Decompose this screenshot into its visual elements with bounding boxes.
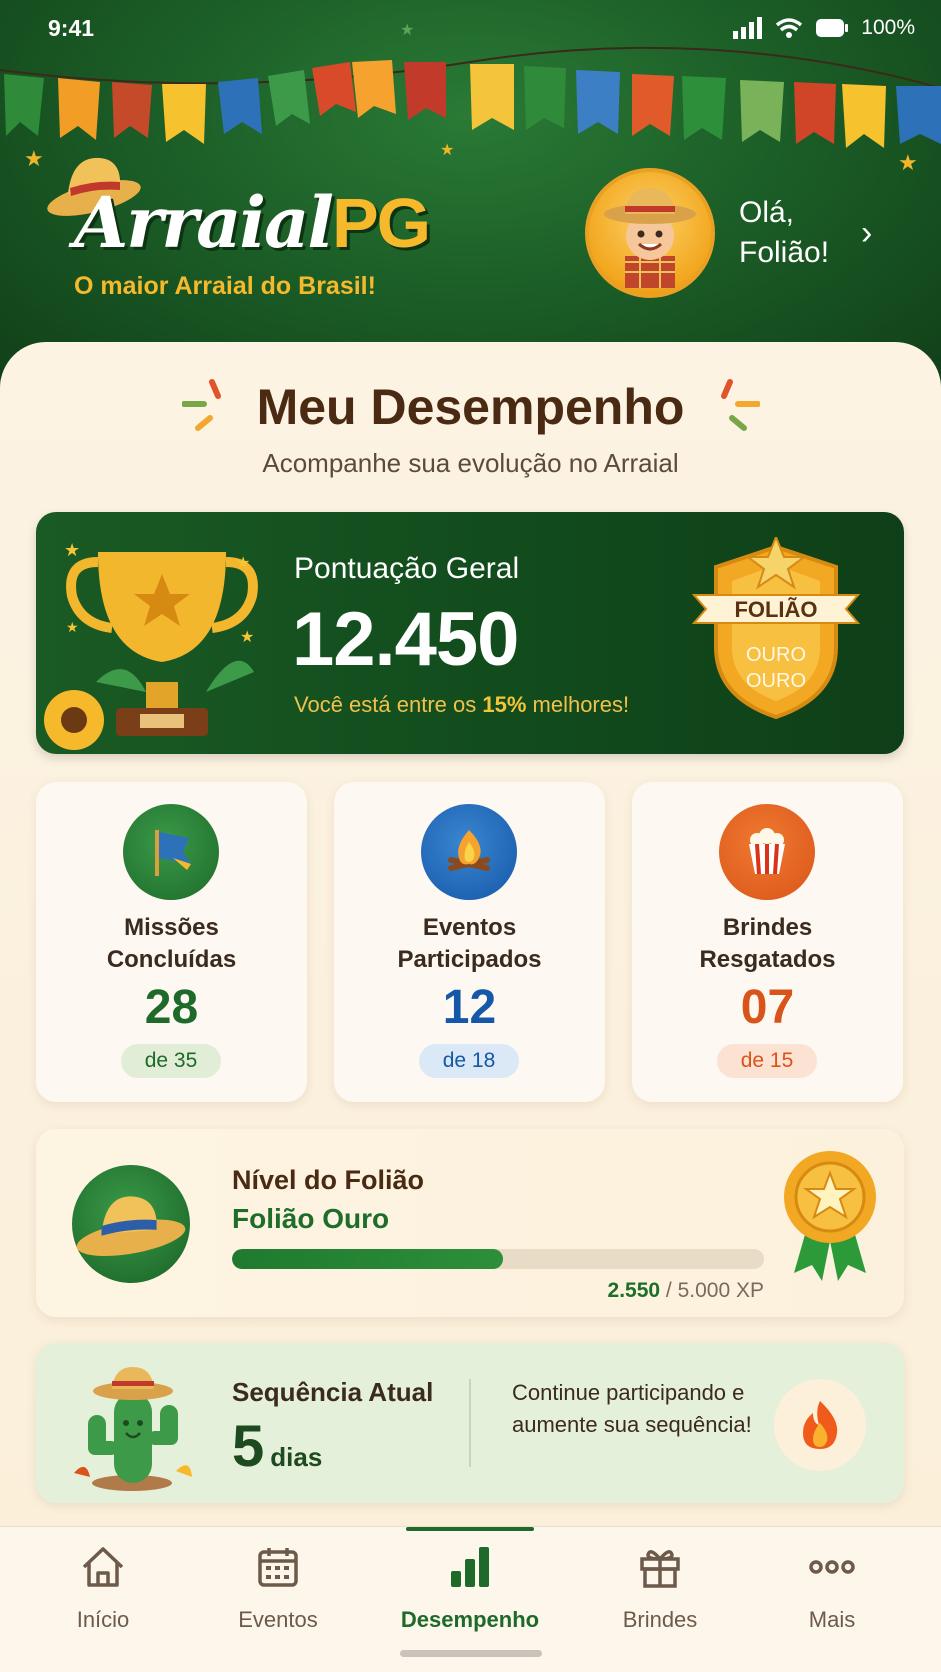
streak-title: Sequência Atual [232, 1377, 434, 1407]
logo-title: ArraialPG [74, 181, 431, 264]
battery-level: 100% [861, 16, 915, 39]
streak-message: Continue participando e aumente sua sequ… [512, 1380, 752, 1437]
stat-value: 28 [144, 981, 199, 1034]
svg-text:FOLIÃO: FOLIÃO [734, 597, 817, 622]
divider [469, 1379, 471, 1467]
nav-label: Início [76, 1607, 130, 1632]
caipira-avatar-icon [604, 188, 696, 288]
stat-total: de 15 [717, 1044, 817, 1078]
nav-item-home[interactable]: Início [33, 1527, 173, 1647]
chevron-right-icon: › [861, 213, 873, 252]
calendar-icon [258, 1548, 298, 1587]
xp-progress-bar [232, 1249, 764, 1269]
star-icon: ★ [24, 146, 44, 171]
festival-bunting [0, 46, 941, 148]
wifi-icon [776, 18, 803, 38]
svg-text:★: ★ [240, 629, 254, 646]
section-title: Meu Desempenho [256, 379, 685, 435]
svg-text:OURO: OURO [746, 670, 806, 692]
avatar [585, 168, 715, 298]
level-name: Folião Ouro [232, 1203, 390, 1234]
svg-text:OURO: OURO [746, 644, 806, 666]
stat-total: de 18 [419, 1044, 519, 1078]
bar-chart-icon [451, 1547, 489, 1587]
trophy-icon: ★ ★ ★ ★ [44, 540, 258, 750]
cactus-icon [74, 1367, 192, 1491]
medal-icon [784, 1151, 876, 1281]
home-icon [82, 1547, 124, 1587]
app-logo[interactable]: ArraialPG O maior Arraial do Brasil! [44, 150, 464, 310]
nav-item-more[interactable]: Mais [762, 1527, 902, 1647]
gold-shield-badge: FOLIÃO OURO OURO [691, 537, 861, 720]
svg-text:★: ★ [236, 555, 250, 572]
level-card[interactable]: Nível do Folião Folião Ouro 2.550 / 5.00… [36, 1129, 904, 1317]
stat-value: 12 [442, 981, 497, 1034]
stat-value: 07 [740, 981, 795, 1034]
bonfire-icon [421, 804, 517, 900]
score-label: Pontuação Geral [294, 552, 520, 585]
stat-label: Missões Concluídas [106, 914, 237, 973]
star-icon: ★ [898, 150, 918, 175]
profile-button[interactable]: Olá, Folião! › [585, 168, 872, 298]
stat-card-gifts[interactable]: Brindes Resgatados 07 de 15 [632, 782, 903, 1102]
svg-text:★: ★ [64, 540, 80, 560]
home-indicator[interactable] [400, 1650, 542, 1657]
score-rank-note: Você está entre os 15% melhores! [294, 692, 630, 717]
stat-card-events[interactable]: Eventos Participados 12 de 18 [334, 782, 605, 1102]
nav-label: Desempenho [400, 1607, 540, 1632]
overall-score-card[interactable]: ★ ★ ★ ★ Pontuação Geral 12.450 Você está… [36, 512, 904, 754]
stat-card-missions[interactable]: Missões Concluídas 28 de 35 [36, 782, 307, 1102]
streak-card[interactable]: Sequência Atual 5 dias Continue participa… [36, 1343, 904, 1503]
gift-icon [640, 1550, 680, 1588]
app-header: 9:41 100% ★ ★ ★ ★ ArraialPG O maior Arra… [0, 0, 941, 380]
star-icon: ★ [400, 22, 415, 39]
svg-text:★: ★ [66, 619, 79, 635]
nav-item-events[interactable]: Eventos [208, 1527, 348, 1647]
greeting-text: Olá, Folião! [739, 196, 830, 269]
straw-hat-icon [72, 1165, 190, 1283]
xp-progress-fill [232, 1249, 504, 1269]
nav-item-performance[interactable]: Desempenho [400, 1527, 540, 1647]
nav-label: Mais [808, 1607, 856, 1632]
more-icon [809, 1560, 855, 1574]
nav-item-gifts[interactable]: Brindes [590, 1527, 730, 1647]
streak-value: 5 dias [232, 1414, 323, 1479]
flag-icon [123, 804, 219, 900]
stat-total: de 35 [121, 1044, 221, 1078]
nav-label: Brindes [622, 1607, 698, 1632]
stat-label: Brindes Resgatados [699, 914, 836, 973]
status-time: 9:41 [48, 14, 95, 41]
stat-label: Eventos Participados [397, 914, 542, 973]
nav-label: Eventos [238, 1607, 318, 1632]
battery-icon [816, 19, 849, 37]
xp-text: 2.550 / 5.000 XP [607, 1279, 764, 1302]
popcorn-icon [719, 804, 815, 900]
level-title: Nível do Folião [232, 1165, 425, 1195]
logo-tagline: O maior Arraial do Brasil! [74, 272, 376, 300]
status-bar: 9:41 100% [0, 0, 941, 56]
score-value: 12.450 [292, 597, 519, 682]
section-subtitle: Acompanhe sua evolução no Arraial [262, 448, 679, 478]
signal-icon [733, 17, 763, 39]
fire-icon [774, 1379, 866, 1471]
